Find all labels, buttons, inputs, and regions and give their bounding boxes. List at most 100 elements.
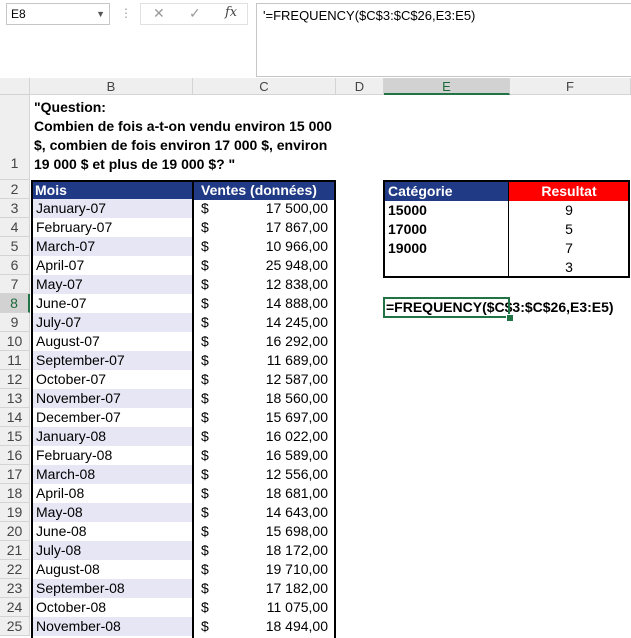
mois-cell[interactable]: July-08 [32,541,193,560]
chevron-down-icon[interactable]: ▼ [96,4,105,24]
mois-cell[interactable]: December-07 [32,408,193,427]
mois-cell[interactable]: May-08 [32,503,193,522]
row-header-5[interactable]: 5 [0,237,30,256]
row-header-18[interactable]: 18 [0,484,30,503]
column-header-d[interactable]: D [336,78,384,95]
categorie-cell[interactable] [384,258,508,277]
cancel-icon[interactable]: ✕ [153,5,165,22]
mois-cell[interactable]: November-08 [32,617,193,636]
column-header-c[interactable]: C [193,78,336,95]
ventes-cell[interactable]: 25 948,00 [224,256,334,275]
row-header-24[interactable]: 24 [0,598,30,617]
ventes-cell[interactable]: 12 587,00 [224,370,334,389]
question-text[interactable]: "Question: Combien de fois a-t-on vendu … [34,98,334,174]
ventes-cell[interactable]: 18 681,00 [224,484,334,503]
mois-cell[interactable]: March-07 [32,237,193,256]
row-header-15[interactable]: 15 [0,427,30,446]
ventes-cell[interactable]: 11 689,00 [224,351,334,370]
ventes-cell[interactable]: 16 589,00 [224,446,334,465]
mois-cell[interactable]: January-08 [32,427,193,446]
select-all-corner[interactable] [0,78,30,95]
column-header-f[interactable]: F [510,78,631,95]
insert-function-icon[interactable]: fx [225,5,237,20]
currency-symbol: $ [201,314,209,330]
ventes-cell[interactable]: 11 075,00 [224,598,334,617]
column-header-b[interactable]: B [30,78,193,95]
mois-cell[interactable]: September-07 [32,351,193,370]
row-header-20[interactable]: 20 [0,522,30,541]
mois-cell[interactable]: June-07 [32,294,193,313]
row-header-10[interactable]: 10 [0,332,30,351]
ventes-cell[interactable]: 10 966,00 [224,237,334,256]
resultat-cell[interactable]: 7 [509,239,629,258]
ventes-cell[interactable]: 19 710,00 [224,560,334,579]
mois-cell[interactable]: August-08 [32,560,193,579]
row-header-21[interactable]: 21 [0,541,30,560]
ventes-cell[interactable]: 15 697,00 [224,408,334,427]
ventes-cell[interactable]: 15 698,00 [224,522,334,541]
ventes-cell[interactable]: 16 022,00 [224,427,334,446]
mois-cell[interactable]: April-07 [32,256,193,275]
column-header-e[interactable]: E [384,78,510,95]
mois-cell[interactable]: June-08 [32,522,193,541]
mois-cell[interactable]: April-08 [32,484,193,503]
categorie-cell[interactable]: 19000 [384,239,508,258]
row-header-9[interactable]: 9 [0,313,30,332]
mois-cell[interactable]: May-07 [32,275,193,294]
row-header-17[interactable]: 17 [0,465,30,484]
categorie-cell[interactable]: 17000 [384,220,508,239]
row-header-13[interactable]: 13 [0,389,30,408]
row-header-7[interactable]: 7 [0,275,30,294]
ventes-cell[interactable]: 18 172,00 [224,541,334,560]
currency-symbol: $ [201,580,209,596]
mois-cell[interactable]: August-07 [32,332,193,351]
ventes-cell[interactable]: 17 867,00 [224,218,334,237]
row-header-3[interactable]: 3 [0,199,30,218]
row-header-16[interactable]: 16 [0,446,30,465]
mois-cell[interactable]: October-07 [32,370,193,389]
mois-cell[interactable]: February-07 [32,218,193,237]
row-header-19[interactable]: 19 [0,503,30,522]
row-header-4[interactable]: 4 [0,218,30,237]
row-header-8[interactable]: 8 [0,294,30,313]
header-resultat[interactable]: Resultat [509,181,629,201]
resultat-cell[interactable]: 9 [509,201,629,220]
row-header-22[interactable]: 22 [0,560,30,579]
ventes-cell[interactable]: 17 182,00 [224,579,334,598]
mois-cell[interactable]: October-08 [32,598,193,617]
resultat-cell[interactable]: 5 [509,220,629,239]
mois-cell[interactable]: January-07 [32,199,193,218]
fill-handle[interactable] [506,314,514,322]
active-cell-formula[interactable]: =FREQUENCY($C$3:$C$26,E3:E5) [386,298,614,317]
ventes-cell[interactable]: 14 643,00 [224,503,334,522]
ventes-cell[interactable]: 12 556,00 [224,465,334,484]
row-header-1[interactable]: 1 [0,95,30,180]
row-header-14[interactable]: 14 [0,408,30,427]
row-header-23[interactable]: 23 [0,579,30,598]
row-header-12[interactable]: 12 [0,370,30,389]
name-box[interactable]: E8 ▼ [6,3,110,25]
header-ventes[interactable]: Ventes (données) [193,180,336,200]
row-header-25[interactable]: 25 [0,617,30,636]
ventes-cell[interactable]: 14 888,00 [224,294,334,313]
header-mois[interactable]: Mois [31,180,193,200]
categorie-cell[interactable]: 15000 [384,201,508,220]
row-header-11[interactable]: 11 [0,351,30,370]
mois-cell[interactable]: July-07 [32,313,193,332]
header-categorie[interactable]: Catégorie [384,181,509,201]
mois-cell[interactable]: September-08 [32,579,193,598]
check-icon[interactable]: ✓ [189,5,201,22]
ventes-cell[interactable]: 18 494,00 [224,617,334,636]
ventes-cell[interactable]: 16 292,00 [224,332,334,351]
formula-input[interactable]: '=FREQUENCY($C$3:$C$26,E3:E5) [256,3,631,77]
mois-cell[interactable]: February-08 [32,446,193,465]
row-header-2[interactable]: 2 [0,180,30,199]
mois-cell[interactable]: November-07 [32,389,193,408]
ventes-cell[interactable]: 12 838,00 [224,275,334,294]
ventes-cell[interactable]: 18 560,00 [224,389,334,408]
mois-cell[interactable]: March-08 [32,465,193,484]
ventes-cell[interactable]: 14 245,00 [224,313,334,332]
resultat-cell[interactable]: 3 [509,258,629,277]
row-header-6[interactable]: 6 [0,256,30,275]
ventes-cell[interactable]: 17 500,00 [224,199,334,218]
